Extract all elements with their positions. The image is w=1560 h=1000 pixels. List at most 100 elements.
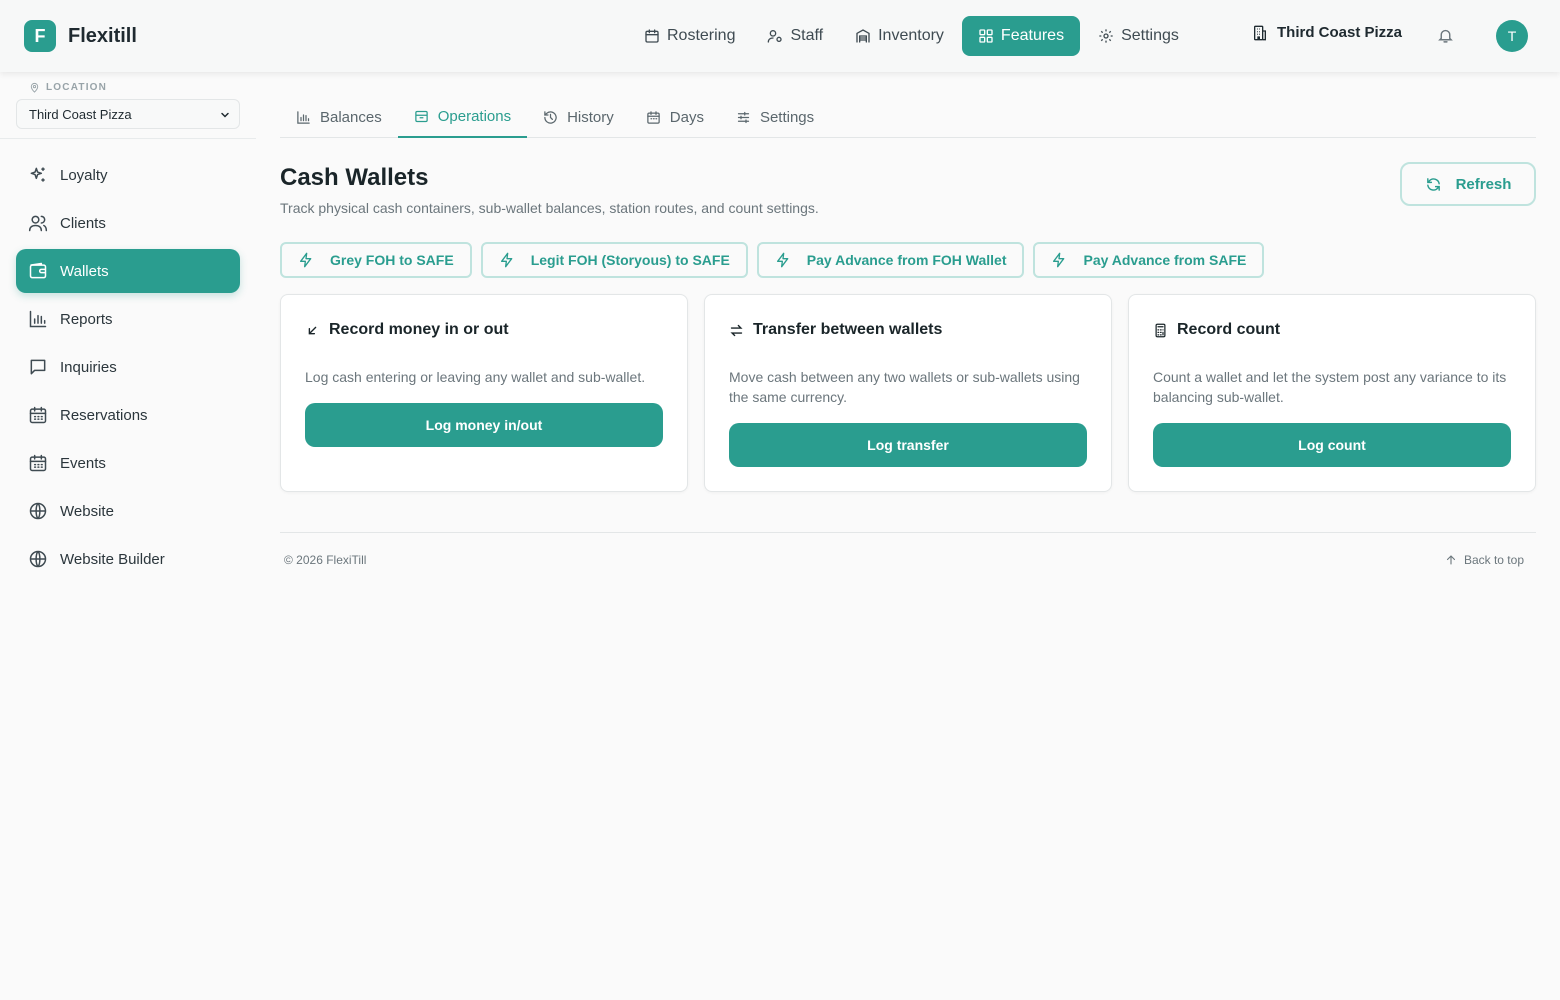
sidebar-item-reservations[interactable]: Reservations [16, 393, 240, 437]
sidebar-item-website[interactable]: Website [16, 489, 240, 533]
notifications-bell-icon[interactable] [1437, 27, 1454, 44]
card-record-money: Record money in or out Log cash entering… [280, 294, 688, 492]
calendar-grid-icon [28, 453, 48, 473]
topnav-settings[interactable]: Settings [1084, 16, 1193, 56]
refresh-button[interactable]: Refresh [1400, 162, 1536, 206]
sidebar-item-label: Loyalty [60, 166, 108, 184]
log-money-button[interactable]: Log money in/out [305, 403, 663, 447]
back-to-top-link[interactable]: Back to top [1445, 553, 1524, 567]
lightning-icon [1051, 252, 1067, 268]
quick-action-button[interactable]: Pay Advance from FOH Wallet [756, 242, 1025, 278]
lightning-icon [775, 252, 791, 268]
building-icon [1252, 25, 1268, 41]
sidebar-item-label: Wallets [60, 262, 109, 280]
card-title: Transfer between wallets [753, 321, 943, 338]
avatar[interactable]: T [1496, 20, 1528, 52]
map-pin-icon [29, 82, 40, 93]
log-transfer-button[interactable]: Log transfer [729, 423, 1087, 467]
sidebar-item-loyalty[interactable]: Loyalty [16, 153, 240, 197]
tab-label: Operations [437, 107, 512, 125]
arrow-up-icon [1445, 554, 1457, 566]
tab-days[interactable]: Days [630, 96, 720, 138]
globe-icon [28, 501, 48, 521]
location-select[interactable]: Third Coast Pizza [16, 99, 240, 129]
back-to-top-label: Back to top [1463, 553, 1524, 567]
card-header: Record count [1153, 321, 1280, 339]
footer-divider [280, 532, 1536, 533]
operation-cards: Record money in or out Log cash entering… [280, 294, 1536, 492]
sidebar-item-label: Reservations [60, 406, 148, 424]
card-header: Transfer between wallets [729, 321, 942, 339]
quick-actions: Grey FOH to SAFE Legit FOH (Storyous) to… [280, 242, 1273, 278]
topnav-inventory[interactable]: Inventory [841, 16, 958, 56]
sliders-icon [736, 110, 751, 125]
sidebar-item-label: Inquiries [60, 358, 117, 376]
users-icon [28, 213, 48, 233]
card-description: Log cash entering or leaving any wallet … [305, 369, 646, 385]
calendar-icon [644, 28, 660, 44]
sidebar-item-label: Events [60, 454, 106, 472]
lightning-icon [298, 252, 314, 268]
location-label: LOCATION [29, 82, 107, 93]
sidebar-item-website-builder[interactable]: Website Builder [16, 537, 240, 581]
copyright: © 2026 FlexiTill [284, 553, 367, 567]
brand-name: Flexitill [68, 24, 137, 47]
card-header: Record money in or out [305, 321, 509, 339]
topnav-label: Features [1000, 27, 1065, 44]
page-title: Cash Wallets [280, 164, 429, 191]
quick-action-button[interactable]: Pay Advance from SAFE [1033, 242, 1265, 278]
quick-action-label: Grey FOH to SAFE [330, 252, 454, 268]
wallet-icon [28, 261, 48, 281]
location-select-value: Third Coast Pizza [29, 106, 132, 122]
gear-icon [1098, 28, 1114, 44]
globe-icon [28, 549, 48, 569]
location-switcher[interactable]: Third Coast Pizza [1252, 24, 1402, 41]
top-nav: Rostering Staff Inventory Features Setti… [630, 16, 1197, 56]
sidebar-item-inquiries[interactable]: Inquiries [16, 345, 240, 389]
tab-label: Balances [320, 108, 382, 126]
card-title: Record count [1177, 321, 1281, 338]
card-record-count: Record count Count a wallet and let the … [1128, 294, 1536, 492]
sidebar-item-wallets[interactable]: Wallets [16, 249, 240, 293]
refresh-label: Refresh [1455, 175, 1512, 193]
tab-balances[interactable]: Balances [280, 96, 398, 138]
topnav-label: Staff [790, 27, 824, 44]
message-icon [28, 357, 48, 377]
calendar-grid-icon [28, 405, 48, 425]
quick-action-label: Pay Advance from FOH Wallet [806, 252, 1007, 268]
chevron-down-icon [219, 109, 231, 121]
history-icon [543, 110, 558, 125]
top-bar: F Flexitill Rostering Staff Inventory Fe… [0, 0, 1560, 72]
bar-chart-icon [28, 309, 48, 329]
sidebar-item-label: Reports [60, 310, 113, 328]
quick-action-label: Pay Advance from SAFE [1083, 252, 1247, 268]
lightning-icon [499, 252, 515, 268]
quick-action-button[interactable]: Grey FOH to SAFE [280, 242, 472, 278]
sidebar-item-label: Website Builder [60, 550, 165, 568]
transfer-icon [729, 323, 744, 338]
tab-label: History [567, 108, 614, 126]
topnav-label: Settings [1121, 27, 1179, 44]
topnav-label: Rostering [667, 27, 736, 44]
sidebar-item-reports[interactable]: Reports [16, 297, 240, 341]
sidebar-item-label: Website [60, 502, 114, 520]
brand[interactable]: F Flexitill [24, 20, 137, 52]
grid-icon [978, 28, 994, 44]
sidebar-item-events[interactable]: Events [16, 441, 240, 485]
tab-operations[interactable]: Operations [397, 96, 528, 138]
topnav-staff[interactable]: Staff [753, 16, 837, 56]
tab-history[interactable]: History [527, 96, 630, 138]
tab-label: Settings [759, 108, 815, 126]
tab-settings[interactable]: Settings [720, 96, 830, 138]
calculator-icon [1153, 323, 1168, 338]
topnav-rostering[interactable]: Rostering [630, 16, 749, 56]
topnav-features[interactable]: Features [961, 16, 1081, 56]
card-description: Move cash between any two wallets or sub… [729, 369, 1080, 405]
arrow-down-left-icon [305, 323, 320, 338]
quick-action-button[interactable]: Legit FOH (Storyous) to SAFE [480, 242, 748, 278]
bar-chart-icon [296, 110, 311, 125]
location-name: Third Coast Pizza [1277, 24, 1403, 41]
archive-icon [414, 109, 429, 124]
sidebar-item-clients[interactable]: Clients [16, 201, 240, 245]
log-count-button[interactable]: Log count [1153, 423, 1511, 467]
